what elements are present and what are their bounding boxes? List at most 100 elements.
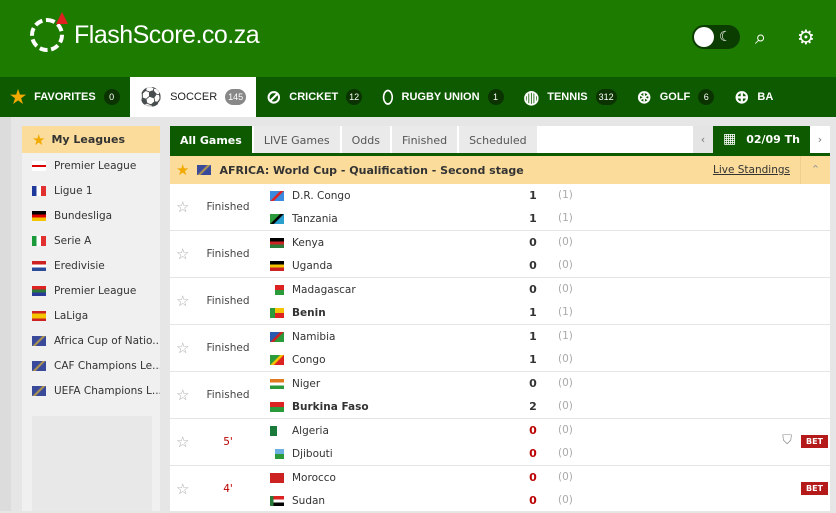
- sidebar-league-item[interactable]: Premier League: [22, 278, 160, 303]
- match-row[interactable]: ☆ 5' Algeria 0 (0) Djibouti 0 (0) ⛉ BET: [170, 419, 830, 466]
- home-team: Madagascar: [270, 280, 356, 300]
- tab-finished[interactable]: Finished: [392, 126, 458, 153]
- flag-icon: [32, 310, 46, 321]
- away-score: 1: [529, 212, 537, 225]
- nav-label: GOLF: [659, 91, 691, 103]
- away-team: Burkina Faso: [270, 397, 369, 417]
- match-row[interactable]: ☆ 4' Morocco 0 (0) Sudan 0 (0) BET: [170, 466, 830, 513]
- home-score: 1: [529, 189, 537, 202]
- away-halftime-score: (0): [558, 259, 573, 271]
- away-flag-icon: [270, 308, 284, 318]
- bet-button[interactable]: BET: [800, 435, 828, 448]
- favorite-star-icon[interactable]: ☆: [176, 339, 189, 357]
- sidebar-league-item[interactable]: Serie A: [22, 228, 160, 253]
- league-label: Africa Cup of Natio...: [54, 334, 160, 347]
- home-halftime-score: (0): [558, 377, 573, 389]
- nav-item-favorites[interactable]: ★ FAVORITES 0: [0, 77, 130, 117]
- lineup-shirt-icon[interactable]: ⛉: [782, 433, 792, 448]
- search-icon[interactable]: ⌕: [755, 25, 766, 49]
- live-standings-link[interactable]: Live Standings: [713, 164, 790, 176]
- home-score: 0: [529, 424, 537, 437]
- away-team-name: Burkina Faso: [292, 401, 369, 413]
- tab-live-games[interactable]: LIVE Games: [253, 126, 340, 153]
- league-label: Bundesliga: [54, 209, 113, 222]
- away-flag-icon: [270, 261, 284, 271]
- nav-item-rugby-union[interactable]: ⬯ RUGBY UNION 1: [372, 77, 513, 117]
- match-row[interactable]: ☆ Finished Namibia 1 (1) Congo 1 (0): [170, 325, 830, 372]
- favorite-star-icon[interactable]: ☆: [176, 198, 189, 216]
- home-team: Kenya: [270, 233, 324, 253]
- collapse-icon[interactable]: ⌃: [800, 156, 830, 184]
- sidebar-league-item[interactable]: LaLiga: [22, 303, 160, 328]
- away-halftime-score: (0): [558, 494, 573, 506]
- away-team-name: Benin: [292, 307, 326, 319]
- next-day-button[interactable]: ›: [810, 126, 830, 153]
- nav-item-golf[interactable]: ⊛ GOLF 6: [627, 77, 725, 117]
- away-team-name: Uganda: [292, 260, 333, 272]
- flag-icon: [32, 335, 46, 346]
- match-row[interactable]: ☆ Finished Madagascar 0 (0) Benin 1 (1): [170, 278, 830, 325]
- away-flag-icon: [270, 402, 284, 412]
- logo[interactable]: FlashScore.co.za: [30, 12, 260, 52]
- prev-day-button[interactable]: ‹: [692, 126, 713, 153]
- sidebar-league-item[interactable]: Bundesliga: [22, 203, 160, 228]
- away-halftime-score: (1): [558, 306, 573, 318]
- home-flag-icon: [270, 379, 284, 389]
- match-row[interactable]: ☆ Finished Niger 0 (0) Burkina Faso 2 (0): [170, 372, 830, 419]
- filter-tabs: All Games LIVE Games Odds Finished Scheduled…: [170, 126, 830, 156]
- tab-odds[interactable]: Odds: [341, 126, 390, 153]
- bet-button[interactable]: BET: [800, 482, 828, 495]
- favorite-star-icon[interactable]: ☆: [176, 245, 189, 263]
- home-halftime-score: (1): [558, 189, 573, 201]
- home-score: 0: [529, 236, 537, 249]
- sidebar-league-item[interactable]: UEFA Champions L...: [22, 378, 160, 403]
- away-halftime-score: (0): [558, 400, 573, 412]
- count-badge: 145: [225, 89, 247, 105]
- sun-icon: [694, 27, 714, 47]
- favorites-icon: ★: [10, 86, 27, 107]
- home-team-name: Morocco: [292, 472, 336, 484]
- star-icon[interactable]: ★: [176, 161, 189, 179]
- home-score: 1: [529, 330, 537, 343]
- match-row[interactable]: ☆ Finished D.R. Congo 1 (1) Tanzania 1 (1): [170, 184, 830, 231]
- away-team: Djibouti: [270, 444, 333, 464]
- favorite-star-icon[interactable]: ☆: [176, 480, 189, 498]
- date-button[interactable]: ▦ 02/09 Th: [712, 126, 810, 153]
- favorite-star-icon[interactable]: ☆: [176, 386, 189, 404]
- home-halftime-score: (0): [558, 283, 573, 295]
- date-label: 02/09 Th: [746, 133, 800, 146]
- nav-item-cricket[interactable]: ⊘ CRICKET 12: [256, 77, 372, 117]
- world-flag-icon: [197, 165, 212, 175]
- logo-icon: [30, 12, 68, 52]
- left-scrollbar-area: [0, 117, 11, 511]
- gear-icon[interactable]: ⚙: [797, 25, 815, 49]
- sidebar-league-item[interactable]: Premier League: [22, 153, 160, 178]
- favorite-star-icon[interactable]: ☆: [176, 433, 189, 451]
- home-flag-icon: [270, 191, 284, 201]
- match-row[interactable]: ☆ Finished Kenya 0 (0) Uganda 0 (0): [170, 231, 830, 278]
- nav-item-ba[interactable]: ⊕ BA: [724, 77, 783, 117]
- sidebar-league-item[interactable]: Africa Cup of Natio...: [22, 328, 160, 353]
- away-team-name: Djibouti: [292, 448, 333, 460]
- tab-all-games[interactable]: All Games: [170, 126, 252, 153]
- sidebar-league-item[interactable]: CAF Champions Le...: [22, 353, 160, 378]
- favorite-star-icon[interactable]: ☆: [176, 292, 189, 310]
- league-label: Eredivisie: [54, 259, 105, 272]
- sidebar-league-item[interactable]: Eredivisie: [22, 253, 160, 278]
- league-header[interactable]: ★ AFRICA: World Cup - Qualification - Se…: [170, 156, 830, 184]
- tab-scheduled[interactable]: Scheduled: [459, 126, 537, 153]
- home-flag-icon: [270, 332, 284, 342]
- theme-toggle[interactable]: ☾: [692, 25, 740, 49]
- sidebar-league-item[interactable]: Ligue 1: [22, 178, 160, 203]
- home-team-name: Namibia: [292, 331, 336, 343]
- nav-item-tennis[interactable]: ◍ TENNIS 312: [514, 77, 627, 117]
- tennis-icon: ◍: [523, 86, 540, 107]
- nav-label: FAVORITES: [34, 91, 96, 103]
- home-halftime-score: (1): [558, 330, 573, 342]
- flag-icon: [32, 360, 46, 371]
- flag-icon: [32, 210, 46, 221]
- home-halftime-score: (0): [558, 424, 573, 436]
- count-badge: 312: [595, 89, 617, 105]
- nav-item-soccer[interactable]: ⚽ SOCCER 145: [129, 77, 257, 117]
- home-team: Morocco: [270, 468, 336, 488]
